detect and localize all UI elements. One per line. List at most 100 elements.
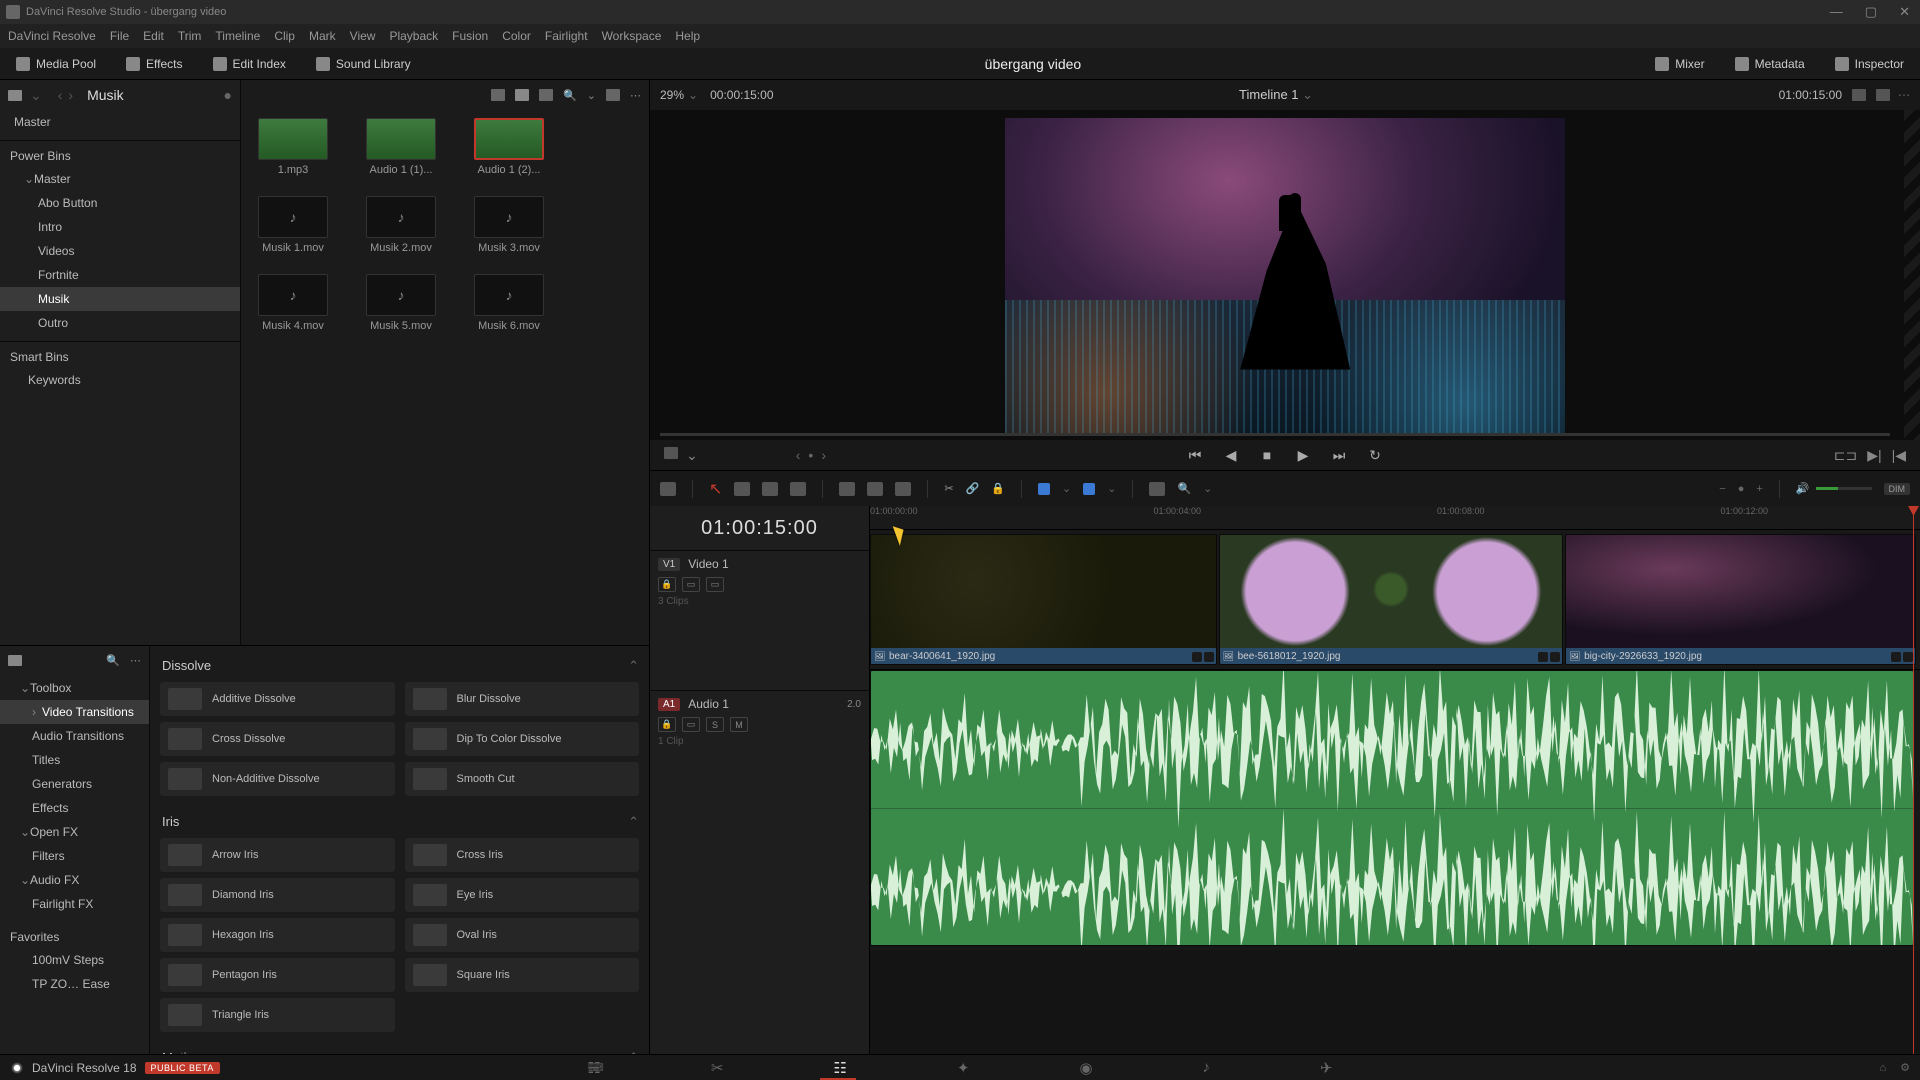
clip-curve-icon[interactable] xyxy=(1891,652,1901,662)
window-minimize[interactable]: — xyxy=(1826,4,1847,20)
menu-trim[interactable]: Trim xyxy=(178,29,202,43)
menu-clip[interactable]: Clip xyxy=(274,29,295,43)
marker-dropdown-icon[interactable]: ⌄ xyxy=(1107,482,1116,495)
media-clip[interactable]: Audio 1 (2)... xyxy=(469,118,549,176)
play-button[interactable]: ▶ xyxy=(1295,447,1311,464)
fx-item[interactable]: Eye Iris xyxy=(405,878,640,912)
timeline-ruler[interactable]: 01:00:00:0001:00:04:0001:00:08:0001:00:1… xyxy=(870,506,1920,530)
settings-icon[interactable]: ⚙ xyxy=(1900,1061,1910,1074)
more-icon[interactable]: ⋯ xyxy=(630,89,641,102)
video-track-head[interactable]: V1Video 1 🔒 ▭ ▭ 3 Clips xyxy=(650,550,869,690)
fairlight-page-icon[interactable]: ♪ xyxy=(1203,1059,1211,1076)
clip-keyframe-icon[interactable] xyxy=(1550,652,1560,662)
dim-button[interactable]: DIM xyxy=(1884,483,1911,495)
edit-page-icon[interactable]: ☷ xyxy=(833,1059,846,1077)
zoom-in-icon[interactable]: + xyxy=(1756,483,1762,495)
stop-button[interactable]: ■ xyxy=(1259,447,1275,463)
media-pool-toggle[interactable]: Media Pool xyxy=(10,54,102,74)
zoom-fit-icon[interactable]: 🔍 xyxy=(1177,482,1191,495)
mixer-toggle[interactable]: Mixer xyxy=(1649,54,1710,74)
razor-icon[interactable]: ✂ xyxy=(944,482,953,495)
dynamic-trim-icon[interactable] xyxy=(762,482,778,496)
bin-item[interactable]: Videos xyxy=(0,239,240,263)
menu-fusion[interactable]: Fusion xyxy=(452,29,488,43)
selection-tool-icon[interactable]: ↖ xyxy=(709,479,722,499)
overwrite-clip-icon[interactable] xyxy=(867,482,883,496)
sound-library-toggle[interactable]: Sound Library xyxy=(310,54,417,74)
volume-slider[interactable] xyxy=(1816,487,1872,490)
fx-item[interactable]: Additive Dissolve xyxy=(160,682,395,716)
keyboard-icon[interactable]: ⌨ xyxy=(588,1061,604,1074)
link-icon[interactable]: 🔗 xyxy=(966,482,980,495)
fx-item[interactable]: Blur Dissolve xyxy=(405,682,640,716)
insert-clip-icon[interactable] xyxy=(839,482,855,496)
fx-item[interactable]: Hexagon Iris xyxy=(160,918,395,952)
timeline-view-options-icon[interactable] xyxy=(660,482,676,496)
snapping-icon[interactable] xyxy=(1149,482,1165,496)
fx-toolbox[interactable]: ⌄Toolbox xyxy=(0,676,149,700)
fx-item[interactable]: Dip To Color Dissolve xyxy=(405,722,640,756)
clip-keyframe-icon[interactable] xyxy=(1903,652,1913,662)
color-page-icon[interactable]: ◉ xyxy=(1079,1059,1092,1077)
fx-item[interactable]: Pentagon Iris xyxy=(160,958,395,992)
match-frame-icon[interactable]: ⊏⊐ xyxy=(1834,447,1857,464)
fx-tree-item[interactable]: Titles xyxy=(0,748,149,772)
viewer-tc-right[interactable]: 01:00:15:00 xyxy=(1779,88,1842,102)
media-clip[interactable]: ♪Musik 6.mov xyxy=(469,274,549,332)
fx-item[interactable]: Non-Additive Dissolve xyxy=(160,762,395,796)
bin-item[interactable]: Intro xyxy=(0,215,240,239)
bypass-icon[interactable] xyxy=(664,447,678,459)
menu-workspace[interactable]: Workspace xyxy=(602,29,662,43)
audio-track-badge[interactable]: A1 xyxy=(658,698,680,711)
timeline-name[interactable]: Timeline 1 xyxy=(1239,87,1298,102)
viewer-mode-a-icon[interactable] xyxy=(1852,89,1866,101)
media-clip[interactable]: ♪Musik 5.mov xyxy=(361,274,441,332)
list-view-icon[interactable] xyxy=(491,89,505,101)
metadata-toggle[interactable]: Metadata xyxy=(1729,54,1811,74)
window-close[interactable]: ✕ xyxy=(1895,4,1914,20)
home-icon[interactable]: ⌂ xyxy=(1879,1062,1886,1074)
search-dropdown-icon[interactable]: ⌄ xyxy=(587,89,596,102)
fx-item[interactable]: Arrow Iris xyxy=(160,838,395,872)
media-clip[interactable]: Audio 1 (1)... xyxy=(361,118,441,176)
fx-tree-item[interactable]: Audio Transitions xyxy=(0,724,149,748)
zoom-out-icon[interactable]: − xyxy=(1719,483,1725,495)
media-clip[interactable]: 1.mp3 xyxy=(253,118,333,176)
menu-edit[interactable]: Edit xyxy=(143,29,164,43)
zoom-dropdown-icon[interactable]: ⌄ xyxy=(688,88,698,102)
flag-icon[interactable] xyxy=(1038,483,1050,495)
smart-bin-item[interactable]: Keywords xyxy=(0,368,240,392)
video-track[interactable]: bear-3400641_1920.jpg bee-5618012_1920.j… xyxy=(870,530,1920,670)
fx-tree-item[interactable]: Generators xyxy=(0,772,149,796)
marker-icon[interactable] xyxy=(1083,483,1095,495)
track-lock-icon[interactable]: 🔒 xyxy=(658,577,676,592)
menu-playback[interactable]: Playback xyxy=(389,29,438,43)
collapse-icon[interactable]: ⌃ xyxy=(628,814,639,830)
fx-tree-item[interactable]: Fairlight FX xyxy=(0,892,149,916)
track-enable-icon[interactable]: ▭ xyxy=(706,577,724,592)
bin-dropdown-icon[interactable]: ⌄ xyxy=(30,87,42,104)
menu-davinci-resolve[interactable]: DaVinci Resolve xyxy=(8,29,96,43)
clip-keyframe-icon[interactable] xyxy=(1204,652,1214,662)
fx-category-header[interactable]: Dissolve⌃ xyxy=(160,652,639,682)
blade-tool-icon[interactable] xyxy=(790,482,806,496)
fx-item[interactable]: Smooth Cut xyxy=(405,762,640,796)
viewer-tc-left[interactable]: 00:00:15:00 xyxy=(710,88,773,102)
fx-item[interactable]: Oval Iris xyxy=(405,918,640,952)
viewer-zoom[interactable]: 29% xyxy=(660,88,684,102)
bin-item[interactable]: Outro xyxy=(0,311,240,335)
menu-help[interactable]: Help xyxy=(675,29,700,43)
trim-tool-icon[interactable] xyxy=(734,482,750,496)
next-marker-icon[interactable]: › xyxy=(821,447,826,464)
prev-marker-icon[interactable]: ‹ xyxy=(796,447,801,464)
effects-toggle[interactable]: Effects xyxy=(120,54,188,74)
zoom-dropdown-icon[interactable]: ⌄ xyxy=(1203,482,1212,495)
track-solo-button[interactable]: S xyxy=(706,717,724,732)
bin-item[interactable]: Musik xyxy=(0,287,240,311)
media-clip[interactable]: ♪Musik 2.mov xyxy=(361,196,441,254)
timeline-dropdown-icon[interactable]: ⌄ xyxy=(1302,87,1313,102)
bin-icon[interactable] xyxy=(8,90,22,101)
timeline-timecode[interactable]: 01:00:15:00 xyxy=(650,506,869,550)
video-clip[interactable]: bear-3400641_1920.jpg xyxy=(870,534,1217,665)
audio-track-head[interactable]: A1Audio 12.0 🔒 ▭ S M 1 Clip xyxy=(650,690,869,970)
